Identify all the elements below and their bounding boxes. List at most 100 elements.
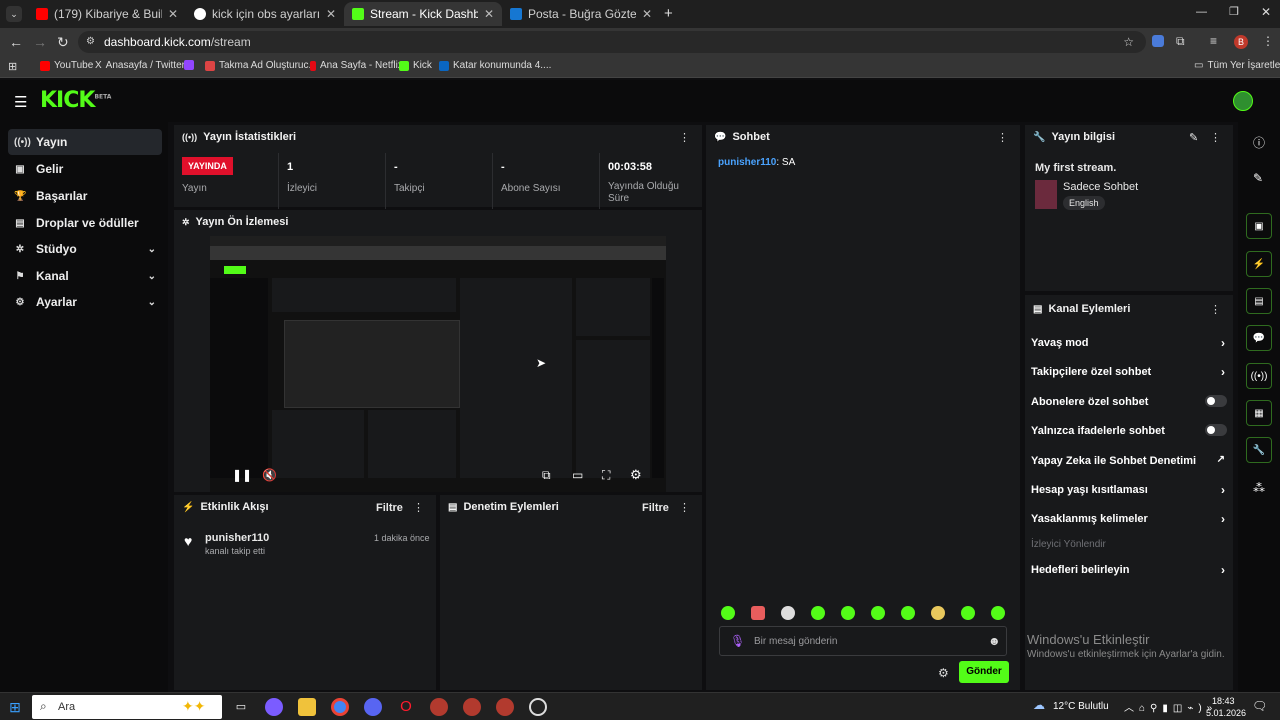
mute-icon[interactable]: 🔇 (262, 468, 277, 482)
action-followers-only[interactable]: Takipçilere özel sohbet › (1031, 365, 1227, 379)
filter-button[interactable]: Filtre (376, 502, 403, 514)
profile-avatar[interactable]: B (1234, 35, 1248, 49)
fullscreen-icon[interactable]: ⛶ (602, 468, 610, 483)
clock-time[interactable]: 18:43 (1212, 696, 1235, 706)
app-icon[interactable] (463, 698, 481, 716)
emote-icon[interactable] (811, 606, 825, 620)
copilot-icon[interactable] (265, 698, 283, 716)
file-explorer-icon[interactable] (298, 698, 316, 716)
clock-date[interactable]: 5.01.2026 (1206, 708, 1246, 718)
bookmark-kick[interactable]: Kick (399, 60, 432, 71)
emote-icon[interactable] (961, 606, 975, 620)
bookmark-star-icon[interactable]: ☆ (1123, 31, 1134, 53)
tab-search-button[interactable]: ⌄ (6, 6, 22, 22)
task-view-icon[interactable]: ▭ (232, 698, 250, 716)
browser-tab-google[interactable]: kick için obs ayarları - Google'd ✕ (186, 2, 344, 26)
more-options-icon[interactable]: ⋮ (679, 501, 690, 514)
browser-tab-outlook[interactable]: Posta - Buğra Göztepe - Outloo ✕ (502, 2, 660, 26)
subscribers-only-toggle[interactable] (1205, 395, 1227, 407)
back-icon[interactable]: ← (9, 34, 23, 50)
screen-capture-icon[interactable]: ▣ (1246, 213, 1272, 239)
theater-mode-icon[interactable]: ▭ (572, 468, 583, 482)
bookmark-twitch[interactable] (184, 60, 194, 70)
extensions-icon[interactable]: ⧉ (1176, 34, 1185, 49)
sidebar-item-basarilar[interactable]: 🏆 Başarılar (8, 183, 162, 209)
notification-icon[interactable]: 🗨 (1252, 699, 1267, 713)
browser-menu-icon[interactable]: ⋮ (1262, 34, 1274, 48)
app-icon[interactable] (430, 698, 448, 716)
extension-shield-icon[interactable] (1152, 35, 1164, 47)
more-options-icon[interactable]: ⋮ (413, 501, 424, 514)
more-options-icon[interactable]: ⋮ (997, 131, 1008, 144)
microphone-icon[interactable]: 🎙 (730, 634, 745, 648)
reload-icon[interactable]: ↻ (57, 34, 69, 51)
weather-text[interactable]: 12°C Bulutlu (1053, 701, 1109, 712)
emote-icon[interactable] (931, 606, 945, 620)
action-emotes-only[interactable]: Yalnızca ifadelerle sohbet (1031, 424, 1227, 437)
emotes-only-toggle[interactable] (1205, 424, 1227, 436)
sidebar-item-kanal[interactable]: ⚑ Kanal ⌄ (8, 263, 162, 289)
edit-icon[interactable]: ✎ (1253, 171, 1263, 185)
windows-start-icon[interactable]: ⊞ (6, 698, 24, 716)
category-name[interactable]: Sadece Sohbet (1063, 181, 1138, 193)
activity-user[interactable]: punisher110 (205, 532, 269, 544)
bookmark-netflix[interactable]: Ana Sayfa - Netflix (310, 60, 403, 71)
browser-tab-kick[interactable]: Stream - Kick Dashboard ✕ (344, 2, 502, 26)
sidebar-item-yayin[interactable]: ((•)) Yayın (8, 129, 162, 155)
emote-icon[interactable] (901, 606, 915, 620)
new-tab-icon[interactable]: + (664, 5, 673, 22)
layout-icon[interactable]: ▦ (1246, 400, 1272, 426)
site-info-icon[interactable]: ⚙ (86, 31, 95, 53)
bookmark-youtube[interactable]: YouTube (40, 60, 93, 71)
chat-settings-icon[interactable]: ⚙ (938, 666, 949, 680)
all-bookmarks[interactable]: ▭ Tüm Yer İşaretleri (1194, 60, 1280, 71)
address-bar[interactable]: ⚙ dashboard.kick.com/stream ☆ (78, 31, 1146, 53)
more-options-icon[interactable]: ⋮ (1210, 303, 1221, 316)
more-options-icon[interactable]: ⋮ (679, 131, 690, 144)
kick-logo[interactable]: KICKBETA (40, 88, 111, 113)
action-ai-moderation[interactable]: Yapay Zeka ile Sohbet Denetimi ↗ (1031, 454, 1227, 467)
picture-in-picture-icon[interactable]: ⧉ (542, 468, 551, 483)
sidebar-item-droplar[interactable]: ▤ Droplar ve ödüller (8, 210, 162, 236)
obs-icon[interactable] (529, 698, 547, 716)
window-close-icon[interactable]: ✕ (1261, 5, 1271, 19)
hamburger-menu-icon[interactable]: ☰ (14, 93, 27, 111)
gear-icon[interactable]: ⚙ (630, 467, 642, 483)
system-tray-icons[interactable]: ︿⌂⚲▮◫⌁)» (1124, 699, 1217, 714)
send-button[interactable]: Gönder (959, 661, 1009, 683)
user-avatar[interactable] (1233, 91, 1253, 111)
bookmark-linkedin[interactable]: Katar konumunda 4.... (439, 60, 551, 71)
action-subscribers-only[interactable]: Abonelere özel sohbet (1031, 395, 1227, 408)
emote-icon[interactable] (781, 606, 795, 620)
action-set-goals[interactable]: Hedefleri belirleyin › (1031, 563, 1227, 577)
restore-icon[interactable]: ❐ (1229, 5, 1239, 18)
bookmark-takma-ad[interactable]: Takma Ad Oluşturuc... (205, 60, 317, 71)
chat-input[interactable]: 🎙 Bir mesaj gönderin ☻ (719, 626, 1007, 656)
discord-icon[interactable] (364, 698, 382, 716)
lightning-icon[interactable]: ⚡ (1246, 251, 1272, 277)
nodes-icon[interactable]: ⁂ (1253, 481, 1265, 495)
sidebar-item-gelir[interactable]: ▣ Gelir (8, 156, 162, 182)
opera-icon[interactable]: O (397, 698, 415, 716)
action-banned-words[interactable]: Yasaklanmış kelimeler › (1031, 512, 1227, 526)
action-account-age[interactable]: Hesap yaşı kısıtlaması › (1031, 483, 1227, 497)
emote-icon[interactable] (871, 606, 885, 620)
document-icon[interactable]: ▤ (1246, 288, 1272, 314)
chat-username[interactable]: punisher110 (718, 157, 776, 168)
close-icon[interactable]: ✕ (168, 7, 178, 21)
taskbar-search[interactable]: ⌕ Ara ✦✦ (32, 695, 222, 719)
bookmark-twitter[interactable]: X Anasayfa / Twitter (95, 60, 185, 71)
info-icon[interactable]: ⓘ (1253, 134, 1265, 151)
stream-preview-video[interactable]: ➤ ❚❚ 🔇 ⧉ ▭ ⛶ ⚙ (210, 236, 666, 492)
pause-icon[interactable]: ❚❚ (232, 468, 252, 482)
broadcast-icon[interactable]: ((•)) (1246, 363, 1272, 389)
forward-icon[interactable]: → (33, 34, 47, 50)
close-icon[interactable]: ✕ (326, 7, 336, 21)
emote-icon[interactable] (991, 606, 1005, 620)
sidebar-item-studyo[interactable]: ✲ Stüdyo ⌄ (8, 236, 162, 262)
close-icon[interactable]: ✕ (642, 7, 652, 21)
app-icon[interactable] (496, 698, 514, 716)
emoji-icon[interactable]: ☻ (988, 634, 1001, 648)
chrome-icon[interactable] (331, 698, 349, 716)
emote-icon[interactable] (721, 606, 735, 620)
